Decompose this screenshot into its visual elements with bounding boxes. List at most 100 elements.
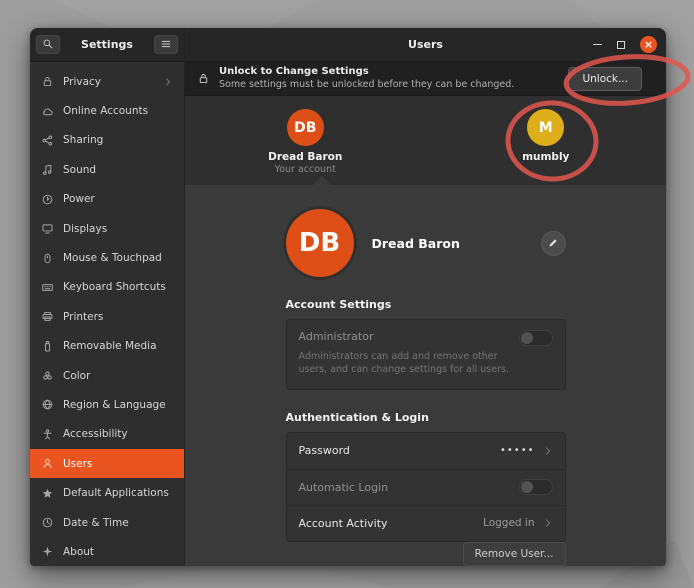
sidebar-item-default-applications[interactable]: Default Applications xyxy=(30,478,184,507)
sidebar-item-region-language[interactable]: Region & Language xyxy=(30,390,184,419)
sidebar-item-label: Printers xyxy=(63,311,103,323)
sidebar-item-label: Power xyxy=(63,193,95,205)
users-panel: Users × Unlock to Change Settings Some s… xyxy=(185,28,666,566)
sidebar-item-power[interactable]: Power xyxy=(30,185,184,214)
user-detail-content: DB Dread Baron Account Settings Administ… xyxy=(185,185,666,566)
administrator-label: Administrator xyxy=(299,330,553,343)
media-icon xyxy=(41,340,54,353)
administrator-description: Administrators can add and remove other … xyxy=(299,351,517,377)
password-value: ••••• xyxy=(500,445,535,456)
sidebar-item-label: Displays xyxy=(63,223,107,235)
pencil-icon xyxy=(547,237,559,249)
carousel-user-mumbly[interactable]: M mumbly xyxy=(481,109,611,163)
automatic-login-label: Automatic Login xyxy=(299,481,389,494)
selected-user-caret xyxy=(313,176,331,185)
lock-icon xyxy=(197,72,210,85)
footer-row: Remove User... xyxy=(286,542,566,566)
share-icon xyxy=(41,134,54,147)
password-label: Password xyxy=(299,444,350,457)
accessibility-icon xyxy=(41,428,54,441)
titlebar: Users × xyxy=(185,28,666,62)
search-icon xyxy=(42,35,54,54)
sidebar-item-label: Color xyxy=(63,370,90,382)
sidebar-item-online-accounts[interactable]: Online Accounts xyxy=(30,96,184,125)
sidebar-item-label: Date & Time xyxy=(63,517,129,529)
color-icon xyxy=(41,369,54,382)
carousel-user-dread-baron[interactable]: DB Dread Baron Your account xyxy=(240,109,370,175)
sidebar-header: Settings xyxy=(30,28,184,62)
clock-icon xyxy=(41,516,54,529)
sidebar-item-label: Privacy xyxy=(63,76,101,88)
sidebar-item-printers[interactable]: Printers xyxy=(30,302,184,331)
unlock-subtitle: Some settings must be unlocked before th… xyxy=(219,79,514,91)
unlock-text: Unlock to Change Settings Some settings … xyxy=(219,66,514,90)
sidebar-item-about[interactable]: About xyxy=(30,537,184,566)
section-account-settings-title: Account Settings xyxy=(286,298,566,311)
mouse-icon xyxy=(41,252,54,265)
star-icon xyxy=(41,487,54,500)
chevron-right-icon xyxy=(543,518,553,528)
hamburger-menu-icon xyxy=(160,35,172,54)
remove-user-button[interactable]: Remove User... xyxy=(463,542,566,566)
sidebar-item-keyboard-shortcuts[interactable]: Keyboard Shortcuts xyxy=(30,273,184,302)
password-row[interactable]: Password ••••• xyxy=(287,433,565,469)
desktop: Settings Privacy Online Accounts Sharing So… xyxy=(0,0,694,588)
user-icon xyxy=(41,457,54,470)
edit-name-button[interactable] xyxy=(541,231,566,256)
user-carousel: DB Dread Baron Your account M mumbly xyxy=(185,96,666,185)
profile-avatar[interactable]: DB xyxy=(286,209,354,277)
maximize-button[interactable] xyxy=(617,41,625,49)
sidebar-item-displays[interactable]: Displays xyxy=(30,214,184,243)
about-icon xyxy=(41,545,54,558)
sidebar-item-label: Default Applications xyxy=(63,487,169,499)
user-subtitle: Your account xyxy=(275,164,336,175)
sidebar-item-users[interactable]: Users xyxy=(30,449,184,478)
menu-button[interactable] xyxy=(154,35,178,54)
lock-icon xyxy=(41,75,54,88)
user-name: Dread Baron xyxy=(268,151,342,163)
window-controls: × xyxy=(593,36,666,53)
avatar: M xyxy=(527,109,564,146)
music-icon xyxy=(41,163,54,176)
sidebar-item-privacy[interactable]: Privacy xyxy=(30,67,184,96)
globe-icon xyxy=(41,398,54,411)
sidebar-item-color[interactable]: Color xyxy=(30,361,184,390)
close-button[interactable]: × xyxy=(640,36,657,53)
administrator-toggle[interactable] xyxy=(519,330,553,346)
display-icon xyxy=(41,222,54,235)
power-icon xyxy=(41,193,54,206)
administrator-card: Administrator Administrators can add and… xyxy=(286,319,566,390)
automatic-login-row: Automatic Login xyxy=(287,469,565,505)
sidebar-item-label: About xyxy=(63,546,94,558)
unlock-banner: Unlock to Change Settings Some settings … xyxy=(185,62,666,96)
authentication-card: Password ••••• Automatic Login Account A… xyxy=(286,432,566,542)
avatar: DB xyxy=(287,109,324,146)
user-name: mumbly xyxy=(522,151,569,163)
minimize-button[interactable] xyxy=(593,44,602,46)
section-authentication-title: Authentication & Login xyxy=(286,411,566,424)
sidebar-item-mouse-touchpad[interactable]: Mouse & Touchpad xyxy=(30,243,184,272)
sidebar-item-label: Accessibility xyxy=(63,428,128,440)
settings-window: Settings Privacy Online Accounts Sharing So… xyxy=(30,28,666,566)
sidebar-item-removable-media[interactable]: Removable Media xyxy=(30,332,184,361)
sidebar-item-label: Keyboard Shortcuts xyxy=(63,281,166,293)
sidebar-item-sound[interactable]: Sound xyxy=(30,155,184,184)
sidebar-item-label: Users xyxy=(63,458,92,470)
keyboard-icon xyxy=(41,281,54,294)
account-activity-label: Account Activity xyxy=(299,517,388,530)
chevron-right-icon xyxy=(163,77,173,87)
sidebar-item-accessibility[interactable]: Accessibility xyxy=(30,420,184,449)
search-button[interactable] xyxy=(36,35,60,54)
sidebar-item-label: Sharing xyxy=(63,134,103,146)
cloud-icon xyxy=(41,105,54,118)
sidebar-item-label: Region & Language xyxy=(63,399,166,411)
unlock-button[interactable]: Unlock... xyxy=(568,67,642,91)
profile-row: DB Dread Baron xyxy=(286,209,566,277)
sidebar-item-sharing[interactable]: Sharing xyxy=(30,126,184,155)
sidebar-item-date-time[interactable]: Date & Time xyxy=(30,508,184,537)
automatic-login-toggle[interactable] xyxy=(519,479,553,495)
app-title: Settings xyxy=(81,38,133,51)
account-activity-row[interactable]: Account Activity Logged in xyxy=(287,505,565,541)
sidebar-item-label: Removable Media xyxy=(63,340,157,352)
sidebar-item-label: Online Accounts xyxy=(63,105,148,117)
